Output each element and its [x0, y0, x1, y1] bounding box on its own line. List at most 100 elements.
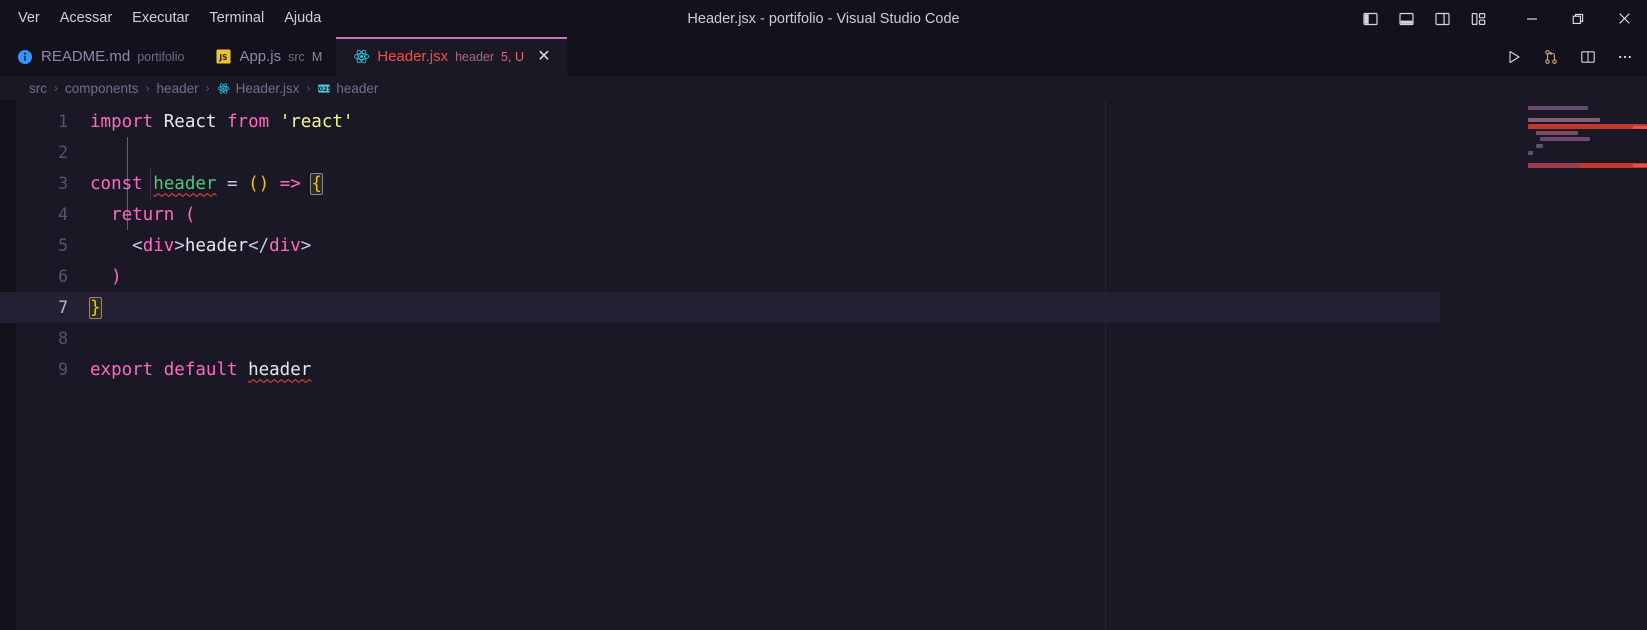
editor-actions	[1502, 37, 1637, 76]
breadcrumb-item-header[interactable]: header	[157, 81, 199, 96]
overview-ruler[interactable]	[1633, 100, 1647, 630]
toggle-secondary-sidebar-icon[interactable]	[1429, 6, 1455, 32]
line-tokens: )	[90, 267, 122, 287]
tab-description: header	[455, 49, 495, 64]
tab-description: portifolio	[137, 49, 185, 64]
split-editor-button[interactable]	[1576, 45, 1600, 69]
code-token: {	[310, 172, 323, 195]
breadcrumb-item-components[interactable]: components	[65, 81, 139, 96]
line-number: 5	[58, 236, 68, 255]
code-line-current: 7 }	[0, 292, 1647, 323]
code-token: return	[111, 204, 175, 225]
menu-item-executar[interactable]: Executar	[122, 7, 199, 30]
code-token: =	[227, 173, 238, 194]
restore-button[interactable]	[1555, 0, 1601, 37]
line-tokens: }	[89, 296, 102, 319]
line-number: 1	[58, 112, 68, 131]
tab-label: App.js	[239, 48, 282, 65]
code-token: const	[90, 173, 143, 194]
code-content[interactable]: 1 import React from 'react' 2 3 const he…	[0, 100, 1647, 630]
close-icon[interactable]: ✕	[534, 47, 554, 67]
tab-description: src	[288, 49, 305, 64]
breadcrumb: src › components › header › Header.jsx ›…	[0, 76, 1647, 100]
editor-left-gutter	[0, 100, 16, 630]
tab-app-js[interactable]: JS App.js src M	[198, 37, 337, 76]
line-tokens: <div>header</div>	[90, 236, 311, 256]
window-controls	[1509, 0, 1647, 37]
code-token: import	[90, 111, 154, 132]
minimap[interactable]	[1440, 100, 1647, 630]
minimap-line	[1528, 163, 1580, 168]
menu-item-ajuda[interactable]: Ajuda	[274, 7, 331, 30]
code-line: 3 const header = () => {	[16, 168, 1647, 199]
customize-layout-icon[interactable]	[1465, 6, 1491, 32]
title-bar-right	[1357, 0, 1647, 37]
line-number: 3	[58, 174, 68, 193]
vscode-window: Ver Acessar Executar Terminal Ajuda Head…	[0, 0, 1647, 630]
code-token: from	[227, 111, 270, 132]
breadcrumb-separator: ›	[306, 81, 311, 95]
menu-item-acessar[interactable]: Acessar	[50, 7, 122, 30]
source-control-icon[interactable]	[1539, 45, 1563, 69]
run-button[interactable]	[1502, 45, 1526, 69]
symbol-variable-icon: \u0254	[317, 81, 331, 95]
tab-label: Header.jsx	[377, 48, 449, 65]
editor-group-divider	[1105, 100, 1106, 630]
line-tokens: export default header	[90, 360, 311, 380]
minimap-line	[1528, 124, 1647, 129]
breadcrumb-label: header	[156, 80, 199, 96]
line-number: 4	[58, 205, 68, 224]
menu-bar: Ver Acessar Executar Terminal Ajuda	[0, 0, 331, 37]
code-token: default	[163, 359, 238, 380]
breadcrumb-item-symbol-header[interactable]: \u0254 header	[317, 81, 378, 96]
error-marker	[1633, 164, 1647, 167]
tab-list: README.md portifolio JS App.js src M Hea…	[0, 37, 568, 76]
more-actions-button[interactable]	[1613, 45, 1637, 69]
menu-item-terminal[interactable]: Terminal	[199, 7, 274, 30]
breadcrumb-item-header-jsx[interactable]: Header.jsx	[217, 81, 299, 96]
code-token: )	[111, 266, 122, 287]
minimap-line	[1540, 137, 1590, 141]
breadcrumb-label: components	[65, 80, 139, 96]
tab-header-jsx[interactable]: Header.jsx header 5, U ✕	[336, 37, 568, 76]
minimap-line	[1528, 118, 1600, 122]
breadcrumb-separator: ›	[145, 81, 150, 95]
breadcrumb-item-src[interactable]: src	[29, 81, 47, 96]
toggle-primary-sidebar-icon[interactable]	[1357, 6, 1383, 32]
code-token: div	[269, 235, 301, 256]
menu-item-ver[interactable]: Ver	[8, 7, 50, 30]
code-token: =>	[279, 173, 301, 194]
breadcrumb-label: src	[29, 80, 47, 96]
toggle-panel-icon[interactable]	[1393, 6, 1419, 32]
line-number: 2	[58, 143, 68, 162]
minimize-button[interactable]	[1509, 0, 1555, 37]
code-line: 9 export default header	[16, 354, 1647, 385]
breadcrumb-separator: ›	[205, 81, 210, 95]
line-number: 9	[58, 360, 68, 379]
code-token: export	[90, 359, 154, 380]
code-token: header	[153, 173, 217, 194]
line-number: 8	[58, 329, 68, 348]
line-number: 6	[58, 267, 68, 286]
editor-area: 1 import React from 'react' 2 3 const he…	[0, 100, 1647, 630]
code-token: 'react'	[279, 111, 354, 132]
tab-readme-md[interactable]: README.md portifolio	[0, 37, 199, 76]
code-token: header	[184, 235, 249, 256]
close-button[interactable]	[1601, 0, 1647, 37]
code-line: 8	[16, 323, 1647, 354]
code-token: (	[184, 204, 196, 225]
editor-tab-bar: README.md portifolio JS App.js src M Hea…	[0, 37, 1647, 76]
code-token: React	[163, 111, 217, 132]
code-token: <	[132, 235, 143, 256]
minimap-line	[1528, 151, 1533, 155]
